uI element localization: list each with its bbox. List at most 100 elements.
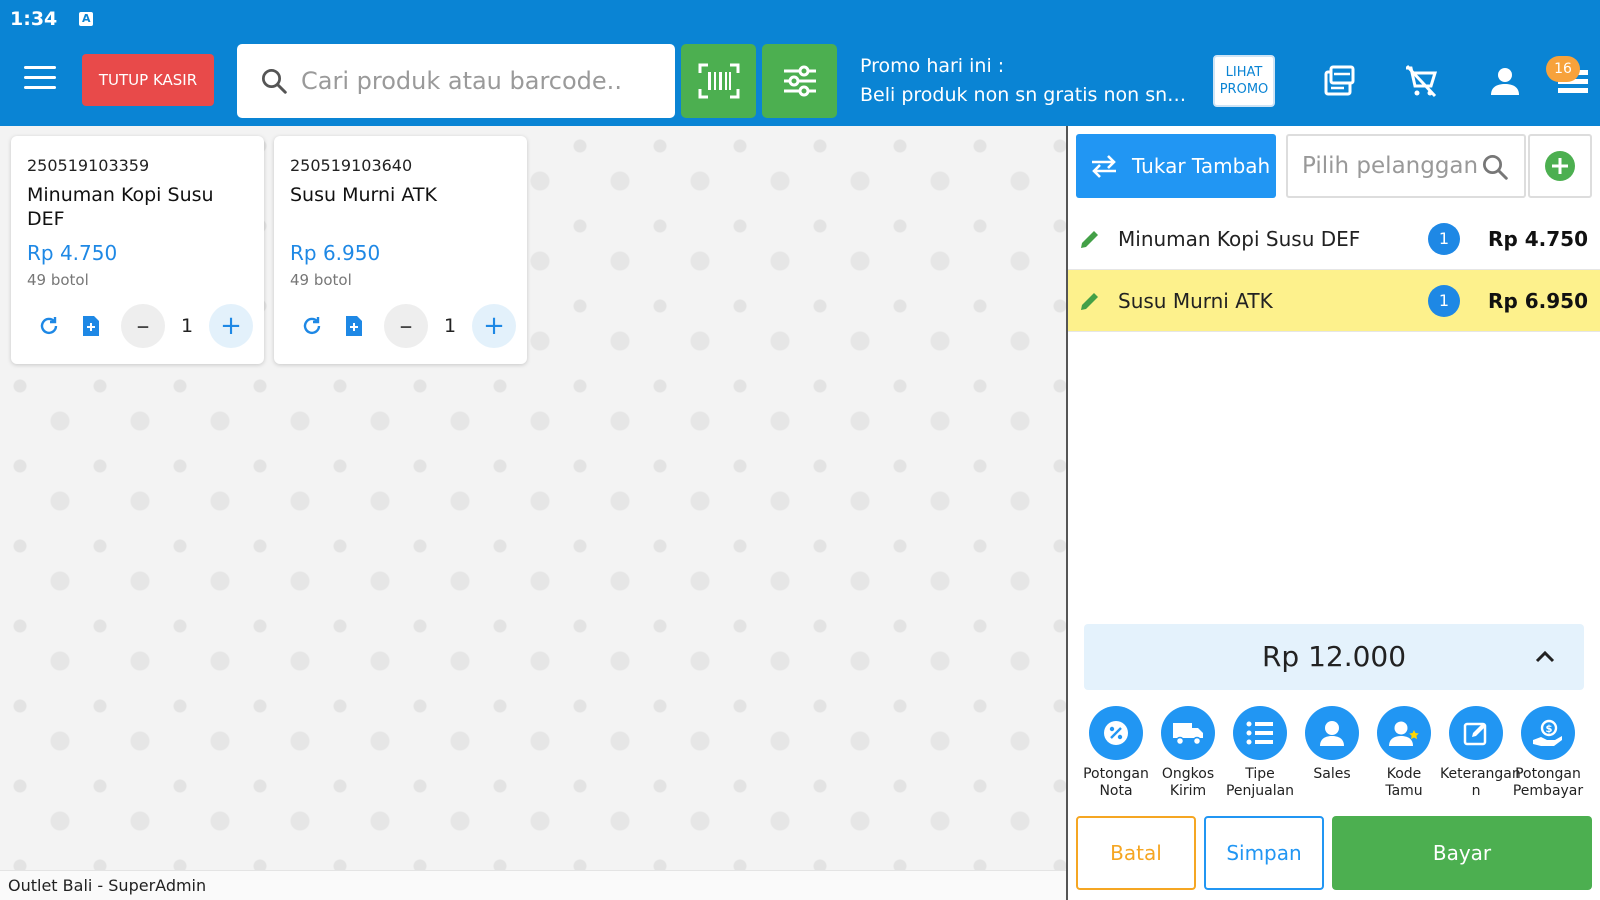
queue-count-badge: 16	[1546, 56, 1580, 82]
product-qty: 1	[443, 315, 457, 337]
customer-placeholder: Pilih pelanggan	[1302, 153, 1479, 179]
close-cashier-button[interactable]: TUTUP KASIR	[82, 54, 214, 106]
cart-item-row[interactable]: Susu Murni ATK 1 Rp 6.950	[1068, 270, 1600, 332]
truck-icon	[1173, 723, 1203, 746]
cancel-button[interactable]: Batal	[1076, 816, 1196, 890]
promo-title: Promo hari ini :	[860, 55, 1005, 77]
promo-btn-line2: PROMO	[1219, 82, 1269, 97]
add-note-icon[interactable]	[342, 314, 366, 338]
swap-arrows-icon	[1092, 155, 1116, 178]
chevron-up-icon[interactable]	[1534, 646, 1556, 668]
save-button[interactable]: Simpan	[1204, 816, 1324, 890]
guest-code-action[interactable]: Kode Tamu	[1368, 706, 1440, 800]
add-note-icon[interactable]	[79, 314, 103, 338]
barcode-icon	[698, 63, 739, 99]
action-label: Kode	[1386, 766, 1422, 782]
refresh-icon[interactable]	[37, 314, 61, 338]
action-label: Kirim	[1169, 783, 1207, 799]
product-name: Susu Murni ATK	[290, 184, 437, 206]
action-label: Nota	[1099, 783, 1133, 799]
shipping-cost-action[interactable]: Ongkos Kirim	[1152, 706, 1224, 800]
trade-in-button[interactable]: Tukar Tambah	[1076, 134, 1276, 198]
cart-item-qty: 1	[1428, 222, 1460, 255]
promo-btn-line1: LIHAT	[1225, 65, 1263, 80]
person-icon	[1320, 721, 1344, 746]
product-price: Rp 4.750	[27, 241, 118, 265]
cart-off-icon[interactable]	[1402, 62, 1440, 100]
product-controls: – 1 +	[300, 304, 516, 348]
cart-item-price: Rp 6.950	[1488, 288, 1588, 313]
product-search-box[interactable]	[237, 44, 675, 118]
action-label: Sales	[1313, 766, 1351, 782]
user-account-icon[interactable]	[1486, 62, 1524, 100]
product-stock: 49 botol	[27, 271, 89, 289]
refresh-icon[interactable]	[300, 314, 324, 338]
barcode-scan-button[interactable]	[681, 44, 756, 118]
increase-qty-button[interactable]: +	[472, 304, 516, 348]
search-icon	[1483, 155, 1508, 180]
cart-item-row[interactable]: Minuman Kopi Susu DEF 1 Rp 4.750	[1068, 208, 1600, 270]
discount-note-action[interactable]: Potongan Nota	[1080, 706, 1152, 800]
action-label: Potongan	[1083, 766, 1149, 782]
search-icon	[262, 69, 287, 94]
note-icon	[1463, 722, 1487, 746]
action-label: Tamu	[1385, 783, 1423, 799]
outlet-footer: Outlet Bali - SuperAdmin	[0, 870, 1066, 900]
cart-item-price: Rp 4.750	[1488, 226, 1588, 251]
customer-select[interactable]: Pilih pelanggan	[1286, 134, 1526, 198]
action-label: Tipe	[1245, 766, 1275, 782]
decrease-qty-button[interactable]: –	[121, 304, 165, 348]
product-card[interactable]: 250519103359 Minuman Kopi Susu DEF Rp 4.…	[11, 136, 264, 364]
payment-icon: $	[1533, 719, 1562, 746]
guest-icon	[1389, 721, 1419, 746]
hamburger-menu-icon[interactable]	[24, 66, 56, 92]
product-controls: – 1 +	[37, 304, 253, 348]
pay-button[interactable]: Bayar	[1332, 816, 1592, 890]
add-customer-button[interactable]	[1528, 134, 1592, 198]
promo-text: Beli produk non sn gratis non sn seri	[860, 84, 1190, 106]
action-label: Potongan	[1515, 766, 1581, 782]
list-icon	[1246, 721, 1273, 745]
increase-qty-button[interactable]: +	[209, 304, 253, 348]
discount-icon	[1104, 721, 1128, 745]
product-name: Minuman Kopi Susu DEF	[27, 184, 214, 230]
sale-type-action[interactable]: Tipe Penjualan	[1224, 706, 1296, 800]
cart-item-name: Minuman Kopi Susu DEF	[1118, 226, 1361, 251]
pencil-icon[interactable]	[1078, 289, 1102, 313]
status-bar: 1:34 A	[0, 0, 1600, 38]
status-time: 1:34	[10, 8, 58, 30]
top-bar: 1:34 A TUTUP KASIR Promo hari ini : Beli…	[0, 0, 1600, 126]
view-promo-button[interactable]: LIHAT PROMO	[1213, 55, 1275, 107]
pencil-icon[interactable]	[1078, 227, 1102, 251]
svg-text:$: $	[1546, 724, 1553, 735]
action-label: Penjualan	[1225, 783, 1295, 799]
trade-in-label: Tukar Tambah	[1132, 154, 1271, 178]
cart-panel: Tukar Tambah Pilih pelanggan Minuman Kop…	[1066, 126, 1600, 900]
cart-actions: Potongan Nota Ongkos Kirim Tipe Penjualan S…	[1080, 706, 1596, 806]
decrease-qty-button[interactable]: –	[384, 304, 428, 348]
keyboard-indicator-icon: A	[79, 12, 94, 26]
cart-total-bar[interactable]: Rp 12.000	[1084, 624, 1584, 690]
product-grid: 250519103359 Minuman Kopi Susu DEF Rp 4.…	[0, 126, 1066, 900]
product-stock: 49 botol	[290, 271, 352, 289]
product-qty: 1	[180, 315, 194, 337]
sliders-icon	[783, 65, 816, 97]
cart-item-qty: 1	[1428, 284, 1460, 317]
note-action[interactable]: Keterangan n	[1440, 706, 1521, 800]
cart-total: Rp 12.000	[1261, 640, 1407, 673]
product-card[interactable]: 250519103640 Susu Murni ATK Rp 6.950 49 …	[274, 136, 527, 364]
filter-button[interactable]	[762, 44, 837, 118]
action-label: Pembayar	[1512, 783, 1584, 799]
plus-circle-icon	[1545, 151, 1575, 181]
cash-register-icon[interactable]	[1320, 62, 1358, 100]
product-price: Rp 6.950	[290, 241, 381, 265]
promo-banner: Promo hari ini : Beli produk non sn grat…	[860, 52, 1200, 110]
payment-discount-action[interactable]: $ Potongan Pembayar	[1512, 706, 1584, 800]
sales-person-action[interactable]: Sales	[1296, 706, 1368, 783]
product-search-input[interactable]	[301, 67, 641, 95]
cart-item-name: Susu Murni ATK	[1118, 288, 1273, 313]
action-label: Keterangan	[1440, 766, 1521, 782]
product-code: 250519103359	[27, 156, 150, 175]
action-label: n	[1471, 783, 1481, 799]
action-label: Ongkos	[1161, 766, 1215, 782]
